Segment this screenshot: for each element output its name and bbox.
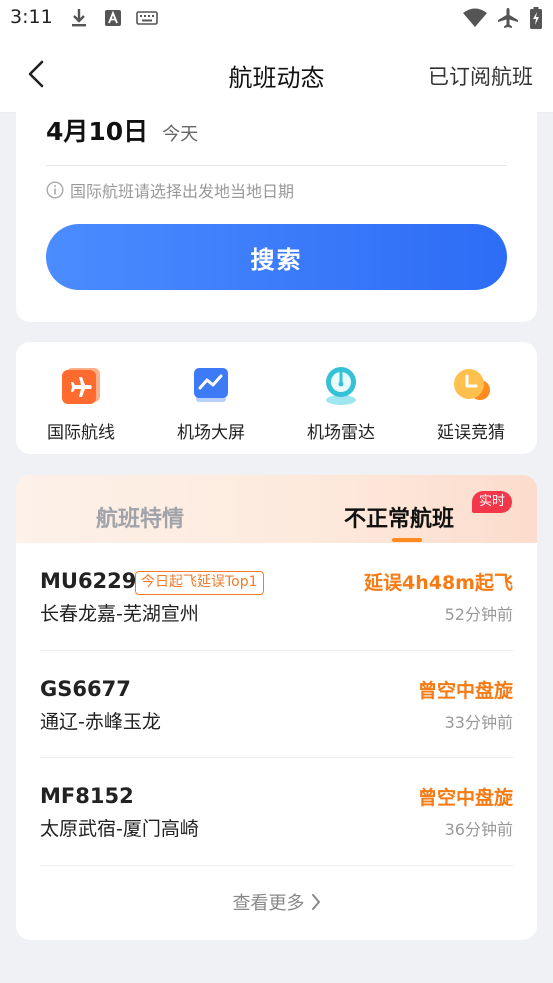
- info-icon: [46, 181, 64, 199]
- realtime-badge: 实时: [472, 491, 513, 513]
- search-card: 4月10日 今天 国际航班请选择出发地当地日期 搜索: [16, 112, 537, 322]
- date-selector[interactable]: 4月10日 今天: [46, 112, 198, 148]
- tabs-header: 航班特情 不正常航班 实时: [16, 475, 537, 543]
- tab-flight-special[interactable]: 航班特情: [96, 501, 184, 533]
- search-button[interactable]: 搜索: [46, 224, 507, 290]
- flight-number: GS6677: [40, 677, 131, 701]
- airplane-mode-icon: [497, 8, 519, 28]
- trend-screen-icon: [190, 364, 232, 406]
- shortcut-label: 国际航线: [47, 423, 115, 443]
- chevron-right-icon: [311, 893, 321, 911]
- shortcut-label: 机场大屏: [177, 423, 245, 443]
- flight-row[interactable]: MF8152 太原武宿-厦门高崎 曾空中盘旋 36分钟前: [40, 758, 513, 858]
- intl-date-hint: 国际航班请选择出发地当地日期: [46, 178, 294, 202]
- see-more-label: 查看更多: [232, 893, 305, 914]
- flight-status: 曾空中盘旋: [417, 787, 513, 809]
- nav-bar: 航班动态 已订阅航班: [0, 38, 553, 113]
- flights-card: 航班特情 不正常航班 实时 MU6229 今日起飞延误Top1 长春龙嘉-芜湖宣…: [16, 475, 537, 940]
- intl-hint-text: 国际航班请选择出发地当地日期: [70, 182, 295, 201]
- flight-status: 曾空中盘旋: [417, 680, 513, 702]
- clock-coin-icon: [450, 364, 492, 406]
- shortcut-international-routes[interactable]: 国际航线: [16, 364, 146, 443]
- flight-row[interactable]: GS6677 通辽-赤峰玉龙 曾空中盘旋 33分钟前: [40, 651, 513, 751]
- battery-charging-icon: [530, 7, 542, 29]
- flight-time-ago: 36分钟前: [444, 820, 513, 839]
- divider: [46, 165, 507, 166]
- flight-number: MU6229: [40, 569, 137, 593]
- tab-abnormal-flights[interactable]: 不正常航班: [344, 501, 454, 533]
- active-tab-indicator: [392, 538, 422, 542]
- text-a-icon: [104, 8, 122, 28]
- shortcut-label: 机场雷达: [307, 423, 375, 443]
- status-bar: 3:11: [0, 0, 553, 38]
- shortcut-label: 延误竞猜: [437, 423, 505, 443]
- keyboard-icon: [136, 8, 158, 28]
- subscribed-flights-link[interactable]: 已订阅航班: [428, 61, 533, 91]
- status-time: 3:11: [10, 6, 53, 28]
- shortcut-delay-guess[interactable]: 延误竞猜: [406, 364, 536, 443]
- date-value[interactable]: 4月10日: [46, 112, 148, 148]
- flight-status: 延误4h48m起飞: [364, 572, 513, 594]
- plane-square-icon: [60, 364, 102, 406]
- download-icon: [70, 8, 88, 28]
- shortcut-airport-radar[interactable]: 机场雷达: [276, 364, 406, 443]
- flight-number: MF8152: [40, 784, 134, 808]
- radar-gauge-icon: [320, 364, 362, 406]
- flight-route: 通辽-赤峰玉龙: [40, 711, 161, 733]
- wifi-icon: [462, 8, 488, 28]
- flight-tag: 今日起飞延误Top1: [135, 571, 264, 595]
- see-more-link[interactable]: 查看更多: [16, 889, 537, 915]
- flight-row[interactable]: MU6229 今日起飞延误Top1 长春龙嘉-芜湖宣州 延误4h48m起飞 52…: [40, 543, 513, 643]
- date-note: 今天: [162, 124, 199, 145]
- shortcut-airport-screen[interactable]: 机场大屏: [146, 364, 276, 443]
- divider: [40, 865, 513, 866]
- flight-route: 太原武宿-厦门高崎: [40, 818, 199, 840]
- flight-route: 长春龙嘉-芜湖宣州: [40, 603, 199, 625]
- flight-time-ago: 52分钟前: [444, 605, 513, 624]
- shortcuts-card: 国际航线 机场大屏 机场雷达 延误竞猜: [16, 342, 537, 454]
- flight-time-ago: 33分钟前: [444, 713, 513, 732]
